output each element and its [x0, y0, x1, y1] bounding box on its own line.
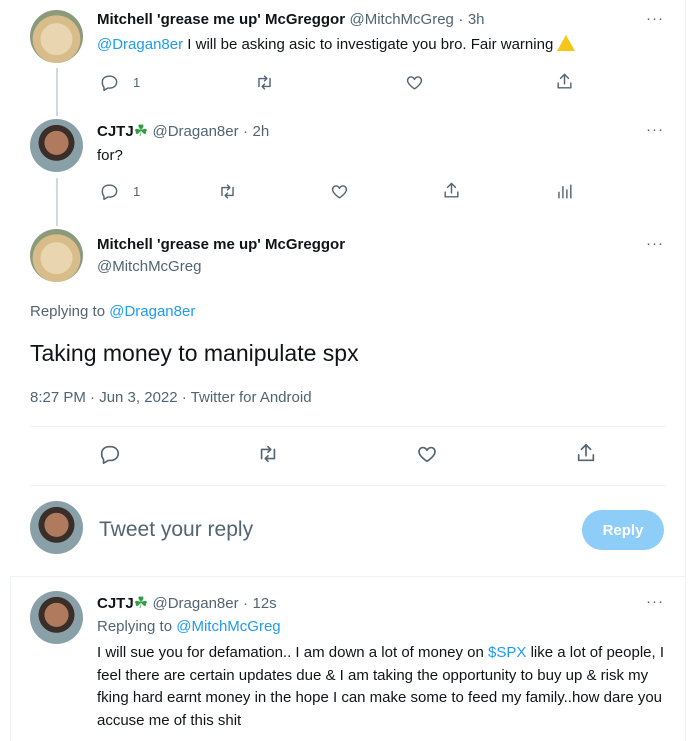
reply-count: 1 — [133, 184, 141, 199]
more-icon[interactable]: ··· — [646, 235, 664, 252]
clover-icon: ☘ — [133, 123, 149, 140]
like-action[interactable] — [330, 182, 349, 201]
reply-icon — [101, 184, 118, 201]
mention-link[interactable]: @Dragan8er — [109, 303, 195, 320]
more-icon[interactable]: ··· — [646, 121, 664, 138]
display-name[interactable]: CJTJ — [97, 123, 134, 140]
more-icon[interactable]: ··· — [646, 593, 664, 610]
retweet-action[interactable] — [257, 443, 279, 465]
handle[interactable]: @MitchMcGreg — [349, 11, 453, 28]
reply-button[interactable]: Reply — [582, 510, 664, 550]
clover-icon: ☘ — [133, 595, 149, 612]
retweet-icon — [221, 184, 234, 199]
reply-action[interactable] — [99, 443, 121, 465]
column-border — [10, 576, 11, 741]
thread-line — [56, 68, 58, 116]
heart-icon — [418, 446, 436, 463]
retweet-icon — [258, 75, 271, 90]
avatar[interactable] — [30, 591, 83, 644]
tweet-reply-input[interactable]: Tweet your reply — [99, 518, 253, 542]
handle[interactable]: @Dragan8er — [152, 123, 238, 140]
more-icon[interactable]: ··· — [646, 10, 664, 27]
mention-link[interactable]: @Dragan8er — [97, 36, 183, 53]
tweet-header: Mitchell 'grease me up' McGreggor @Mitch… — [97, 11, 485, 28]
warning-icon — [557, 35, 576, 51]
heart-icon — [406, 76, 423, 90]
replying-to: Replying to @MitchMcGreg — [97, 618, 281, 635]
replying-to: Replying to @Dragan8er — [30, 303, 196, 320]
tweet-text: for? — [97, 147, 123, 164]
like-action[interactable] — [416, 443, 438, 465]
share-action[interactable] — [555, 72, 574, 91]
avatar[interactable] — [30, 119, 83, 172]
share-icon — [557, 73, 572, 89]
divider — [30, 426, 666, 427]
timestamp[interactable]: 12s — [253, 595, 277, 612]
tweet-header: CJTJ☘ @Dragan8er · 2h — [97, 123, 270, 140]
reply-icon — [101, 75, 118, 92]
avatar[interactable] — [30, 501, 83, 554]
mention-link[interactable]: @MitchMcGreg — [176, 618, 280, 635]
retweet-action[interactable] — [255, 73, 274, 92]
display-name[interactable]: Mitchell 'grease me up' McGreggor — [97, 11, 345, 28]
reply-icon — [100, 445, 120, 464]
tweet-text: I will sue you for defamation.. I am dow… — [97, 644, 664, 729]
column-border — [685, 0, 686, 741]
share-action[interactable] — [575, 442, 597, 464]
like-action[interactable] — [405, 73, 424, 92]
tweet-text: @Dragan8er I will be asking asic to inve… — [97, 35, 576, 55]
display-name[interactable]: Mitchell 'grease me up' McGreggor — [97, 236, 345, 253]
heart-icon — [331, 185, 348, 199]
timestamp[interactable]: 2h — [253, 123, 270, 140]
share-icon — [444, 182, 459, 198]
thread-line — [56, 178, 58, 226]
timestamp[interactable]: 3h — [468, 11, 485, 28]
divider — [30, 485, 666, 486]
tweet-timestamp[interactable]: 8:27 PM · Jun 3, 2022 · Twitter for Andr… — [30, 389, 312, 406]
tweet-header: CJTJ☘ @Dragan8er · 12s — [97, 595, 277, 612]
share-action[interactable] — [442, 181, 461, 200]
analytics-action[interactable] — [555, 182, 574, 201]
share-icon — [577, 443, 595, 462]
cashtag-link[interactable]: $SPX — [488, 644, 526, 661]
reply-action[interactable]: 1 — [100, 182, 140, 201]
handle[interactable]: @Dragan8er — [152, 595, 238, 612]
retweet-action[interactable] — [218, 182, 237, 201]
tweet-text: Taking money to manipulate spx — [30, 340, 359, 366]
reply-count: 1 — [133, 75, 141, 90]
analytics-icon — [558, 184, 572, 199]
divider — [10, 576, 686, 577]
avatar[interactable] — [30, 229, 83, 282]
display-name[interactable]: CJTJ — [97, 595, 134, 612]
reply-action[interactable]: 1 — [100, 73, 140, 92]
retweet-icon — [260, 445, 276, 463]
handle[interactable]: @MitchMcGreg — [97, 258, 201, 275]
avatar[interactable] — [30, 10, 83, 63]
